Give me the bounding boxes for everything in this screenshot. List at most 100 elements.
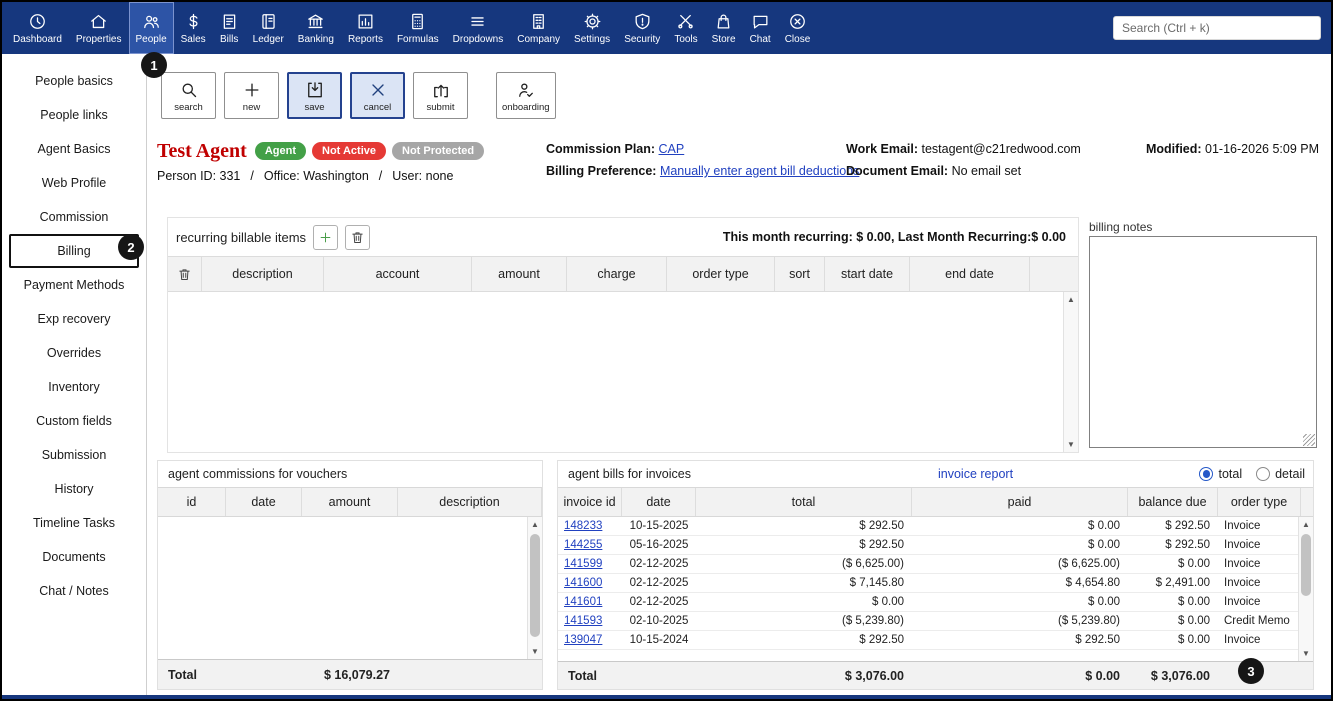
add-recurring-item-button[interactable] <box>313 224 339 250</box>
sales-icon <box>184 12 203 31</box>
toolbar-button-label: new <box>242 101 261 113</box>
sidebar-item-agent-basics[interactable]: Agent Basics <box>2 132 146 166</box>
nav-item-close[interactable]: Close <box>778 2 818 54</box>
invoice-id-link[interactable]: 144255 <box>558 536 622 554</box>
scroll-down-arrow-icon[interactable]: ▼ <box>1064 437 1078 452</box>
scroll-up-arrow-icon[interactable]: ▲ <box>528 517 542 532</box>
invoice-report-link[interactable]: invoice report <box>938 467 1013 481</box>
nav-item-company[interactable]: Company <box>510 2 567 54</box>
nav-item-settings[interactable]: Settings <box>567 2 617 54</box>
search-icon <box>179 80 199 100</box>
billing-notes-textarea[interactable] <box>1089 236 1317 448</box>
new-button[interactable]: new <box>224 72 279 119</box>
invoice-type-cell: Invoice <box>1224 596 1261 608</box>
scroll-down-arrow-icon[interactable]: ▼ <box>528 644 542 659</box>
nav-item-people[interactable]: People <box>128 2 174 54</box>
sidebar-item-submission[interactable]: Submission <box>2 438 146 472</box>
settings-icon <box>583 12 602 31</box>
footer-accent-bar <box>2 695 1331 699</box>
search-button[interactable]: search <box>161 72 216 119</box>
invoice-id-link[interactable]: 139047 <box>558 631 622 649</box>
search-input[interactable] <box>1113 16 1321 40</box>
ledger-icon <box>259 12 278 31</box>
people-icon <box>142 12 161 31</box>
delete-recurring-item-button[interactable] <box>345 224 371 250</box>
commission-plan-link[interactable]: CAP <box>659 142 685 156</box>
nav-item-store[interactable]: Store <box>705 2 743 54</box>
recurring-header-sort: sort <box>775 257 825 291</box>
vouchers-table-body: ▲ ▼ <box>158 517 542 659</box>
vouchers-panel: agent commissions for vouchers id date amo… <box>157 460 543 690</box>
invoice-id-link[interactable]: 148233 <box>558 517 622 535</box>
sidebar-item-history[interactable]: History <box>2 472 146 506</box>
nav-item-properties[interactable]: Properties <box>69 2 129 54</box>
cancel-button[interactable]: cancel <box>350 72 405 119</box>
nav-item-chat[interactable]: Chat <box>743 2 778 54</box>
sidebar-item-exp-recovery[interactable]: Exp recovery <box>2 302 146 336</box>
scroll-down-arrow-icon[interactable]: ▼ <box>1299 646 1313 661</box>
sidebar-item-commission[interactable]: Commission <box>2 200 146 234</box>
recurring-header-delete-column <box>168 257 202 291</box>
invoice-id-link[interactable]: 141601 <box>558 593 622 611</box>
nav-item-tools[interactable]: Tools <box>667 2 704 54</box>
nav-item-security[interactable]: Security <box>617 2 667 54</box>
invoice-date-cell: 02-12-2025 <box>629 596 689 608</box>
onboarding-button[interactable]: onboarding <box>496 72 556 119</box>
invoice-type-cell: Invoice <box>1224 539 1261 551</box>
nav-item-ledger[interactable]: Ledger <box>246 2 291 54</box>
sidebar-item-payment-methods[interactable]: Payment Methods <box>2 268 146 302</box>
sidebar: People basics People links Agent Basics Web… <box>2 54 147 695</box>
nav-item-formulas[interactable]: Formulas <box>390 2 446 54</box>
nav-item-banking[interactable]: Banking <box>291 2 341 54</box>
invoice-rows: 148233 10-15-2025 $ 292.50 $ 0.00 $ 292.50 In… <box>558 517 1313 650</box>
annotation-circle-1: 1 <box>141 52 167 78</box>
sidebar-item-people-links[interactable]: People links <box>2 98 146 132</box>
billing-preference-link[interactable]: Manually enter agent bill deductions <box>660 164 859 178</box>
scroll-up-arrow-icon[interactable]: ▲ <box>1299 517 1313 532</box>
vouchers-scrollbar[interactable]: ▲ ▼ <box>527 517 542 659</box>
sidebar-item-people-basics[interactable]: People basics <box>2 64 146 98</box>
scroll-up-arrow-icon[interactable]: ▲ <box>1064 292 1078 307</box>
invoices-scrollbar[interactable]: ▲ ▼ <box>1298 517 1313 661</box>
invoice-type-cell: Invoice <box>1224 634 1261 646</box>
scroll-thumb[interactable] <box>530 534 540 637</box>
sidebar-item-chat-notes[interactable]: Chat / Notes <box>2 574 146 608</box>
invoice-total-cell: $ 292.50 <box>859 520 904 532</box>
nav-item-sales[interactable]: Sales <box>174 2 213 54</box>
nav-item-dashboard[interactable]: Dashboard <box>6 2 69 54</box>
total-radio[interactable] <box>1199 467 1214 481</box>
invoice-total-cell: $ 0.00 <box>872 596 904 608</box>
sidebar-item-overrides[interactable]: Overrides <box>2 336 146 370</box>
submit-button[interactable]: submit <box>413 72 468 119</box>
invoice-id-link[interactable]: 141600 <box>558 574 622 592</box>
sidebar-item-timeline-tasks[interactable]: Timeline Tasks <box>2 506 146 540</box>
nav-item-label: Store <box>711 33 736 45</box>
nav-items: Dashboard Properties People Sales Bills Ledge… <box>6 2 817 54</box>
sidebar-item-web-profile[interactable]: Web Profile <box>2 166 146 200</box>
invoice-total-cell: $ 292.50 <box>859 539 904 551</box>
scroll-thumb[interactable] <box>1301 534 1311 596</box>
chat-icon <box>751 12 770 31</box>
reports-icon <box>356 12 375 31</box>
invoice-balance-cell: $ 292.50 <box>1165 539 1210 551</box>
sidebar-item-custom-fields[interactable]: Custom fields <box>2 404 146 438</box>
sidebar-item-inventory[interactable]: Inventory <box>2 370 146 404</box>
vouchers-panel-title: agent commissions for vouchers <box>168 467 348 481</box>
invoice-id-link[interactable]: 141599 <box>558 555 622 573</box>
invoices-header-paid: paid <box>912 488 1128 516</box>
toolbar-button-label: submit <box>426 101 455 113</box>
sidebar-item-documents[interactable]: Documents <box>2 540 146 574</box>
invoice-id-link[interactable]: 141593 <box>558 612 622 630</box>
detail-radio[interactable] <box>1256 467 1271 481</box>
document-email-label: Document Email: <box>846 164 949 178</box>
nav-item-dropdowns[interactable]: Dropdowns <box>446 2 511 54</box>
nav-item-reports[interactable]: Reports <box>341 2 390 54</box>
save-button[interactable]: save <box>287 72 342 119</box>
invoice-type-cell: Invoice <box>1224 520 1261 532</box>
toolbar: search new save cancel submit onboarding <box>161 72 556 119</box>
toolbar-button-label: onboarding <box>502 101 550 113</box>
recurring-scrollbar[interactable]: ▲ ▼ <box>1063 292 1078 452</box>
invoice-paid-cell: $ 0.00 <box>1088 596 1120 608</box>
nav-item-bills[interactable]: Bills <box>213 2 246 54</box>
invoice-type-cell: Credit Memo <box>1224 615 1290 627</box>
